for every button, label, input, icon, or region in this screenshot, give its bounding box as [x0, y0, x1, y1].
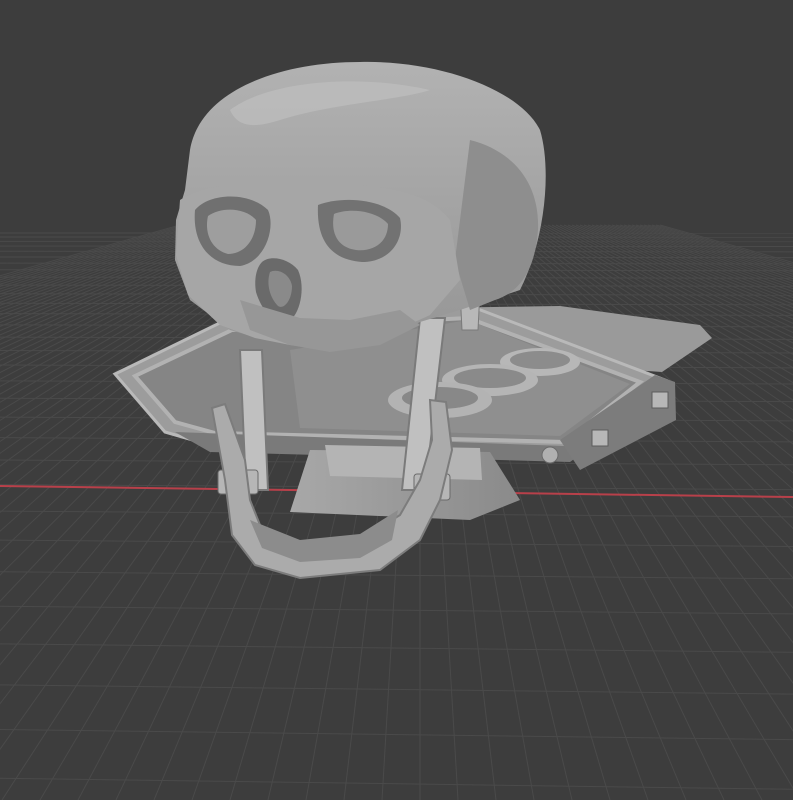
- connector-port-1: [651, 391, 669, 409]
- grid-line: [571, 224, 793, 324]
- grid-line: [0, 684, 793, 695]
- grid-line: [579, 224, 793, 316]
- grid-line: [595, 224, 793, 302]
- grid-line: [0, 729, 793, 741]
- grid-line: [655, 224, 793, 265]
- viewport-scene[interactable]: [0, 0, 793, 800]
- screw-head: [541, 446, 559, 464]
- grid-line: [651, 224, 793, 267]
- grid-line: [0, 643, 793, 653]
- grid-line: [587, 224, 793, 309]
- grid-line: [0, 777, 793, 790]
- grid-line: [0, 605, 793, 615]
- grid-line: [623, 224, 793, 282]
- grid-line: [619, 224, 793, 285]
- grid-line: [0, 571, 793, 580]
- connector-port-2: [591, 429, 609, 447]
- grid-line: [583, 224, 793, 312]
- grid-line: [659, 224, 793, 264]
- 3d-viewport[interactable]: [0, 0, 793, 800]
